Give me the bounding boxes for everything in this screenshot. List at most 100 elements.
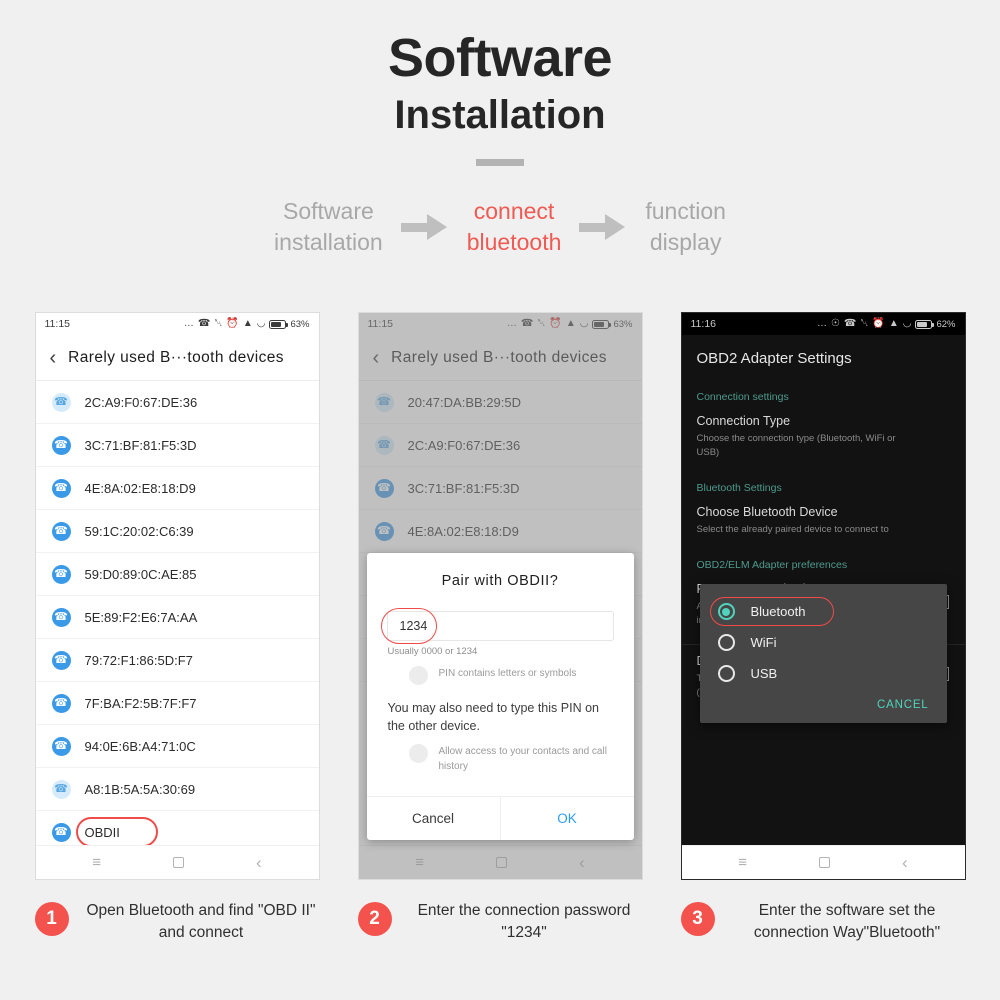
- home-icon[interactable]: [819, 857, 831, 868]
- highlight-annotation: [709, 597, 834, 626]
- list-item[interactable]: ☎ 5E:89:F2:E6:7A:AA: [35, 596, 319, 639]
- allow-contacts-checkbox-row[interactable]: Allow access to your contacts and call h…: [367, 735, 634, 774]
- settings-list[interactable]: Connection settings Connection Type Choo…: [681, 381, 965, 845]
- highlight-annotation: [380, 608, 437, 644]
- cancel-button[interactable]: CANCEL: [700, 689, 947, 719]
- caption-text: Enter the connection password "1234": [417, 902, 631, 942]
- step-1-line2: installation: [274, 228, 383, 255]
- list-item[interactable]: ☎ 3C:71:BF:81:F5:3D: [35, 424, 319, 467]
- dialog-title: Pair with OBDII?: [441, 573, 559, 589]
- menu-icon[interactable]: ≡: [738, 854, 747, 871]
- page-title-line2: Installation: [394, 92, 606, 137]
- cancel-button[interactable]: Cancel: [367, 797, 500, 840]
- caption-text: Open Bluetooth and find "OBD II" and con…: [86, 902, 316, 942]
- page-title: Rarely used B···tooth devices: [68, 348, 284, 366]
- alarm-icon: ⏰: [872, 318, 885, 329]
- list-item[interactable]: ☎ 2C:A9:F0:67:DE:36: [35, 381, 319, 424]
- section-header-adapter-prefs: OBD2/ELM Adapter preferences: [696, 558, 848, 571]
- radio-icon[interactable]: [717, 634, 735, 651]
- step-3-line1: function: [645, 197, 726, 224]
- step-indicator: Software installation connect bluetooth …: [0, 196, 1000, 258]
- device-name: 5E:89:F2:E6:7A:AA: [84, 609, 198, 625]
- radio-label: USB: [750, 666, 778, 681]
- step-2-line1: connect: [473, 197, 555, 224]
- wifi-icon: ◡: [902, 318, 912, 329]
- phone-screenshots-row: 11:15 … ☎ ␀ ⏰ ▲ ◡ 63% ‹ Rarely used B···…: [0, 312, 1000, 880]
- arrow-right-icon-1: [400, 213, 449, 240]
- list-item[interactable]: ☎ A8:1B:5A:5A:30:69: [35, 768, 319, 811]
- status-time: 11:15: [44, 318, 71, 330]
- checkbox-icon[interactable]: [408, 744, 428, 764]
- dots-icon: …: [816, 318, 827, 329]
- ok-button[interactable]: OK: [501, 797, 634, 840]
- radio-option-bluetooth[interactable]: Bluetooth: [700, 596, 947, 627]
- caption-2: 2 Enter the connection password "1234": [357, 900, 643, 945]
- status-bar: 11:16 … ☉ ☎ ␀ ⏰ ▲ ◡ 62%: [681, 313, 965, 335]
- device-name: A8:1B:5A:5A:30:69: [84, 781, 196, 797]
- pin-input-wrapper: 1234: [367, 608, 634, 644]
- list-item-obdii[interactable]: ☎ OBDII: [36, 811, 319, 845]
- wifi-icon: ◡: [256, 318, 266, 329]
- caption-1: 1 Open Bluetooth and find "OBD II" and c…: [34, 900, 320, 945]
- connection-type-dialog: Bluetooth WiFi USB CANCEL: [699, 584, 947, 723]
- arrow-right-icon-2: [579, 213, 627, 240]
- rotate-icon: ☉: [830, 318, 840, 329]
- status-time: 11:16: [690, 318, 717, 330]
- step-2-line2: bluetooth: [466, 228, 562, 255]
- title-divider: [476, 158, 524, 166]
- device-name: 59:D0:89:0C:AE:85: [84, 566, 197, 582]
- list-item[interactable]: ☎ 4E:8A:02:E8:18:D9: [35, 467, 319, 510]
- device-name: 2C:A9:F0:67:DE:36: [84, 394, 198, 410]
- bluetooth-icon: ☎: [197, 318, 211, 329]
- setting-connection-type[interactable]: Connection Type Choose the connection ty…: [682, 409, 965, 472]
- step-software-installation: Software installation: [274, 196, 383, 258]
- menu-icon[interactable]: ≡: [92, 854, 101, 871]
- list-item[interactable]: ☎ 59:1C:20:02:C6:39: [35, 510, 319, 553]
- list-item[interactable]: ☎ 94:0E:6B:A4:71:0C: [35, 725, 319, 768]
- radio-icon[interactable]: [717, 665, 735, 682]
- back-nav-icon[interactable]: ‹: [256, 853, 262, 873]
- step-1-line1: Software: [283, 197, 374, 224]
- bluetooth-icon: ☎: [51, 564, 71, 584]
- setting-title: Connection Type: [696, 414, 791, 428]
- back-nav-icon[interactable]: ‹: [902, 853, 908, 873]
- setting-subtitle: Choose the connection type (Bluetooth, W…: [696, 433, 896, 459]
- radio-option-usb[interactable]: USB: [700, 658, 947, 689]
- dots-icon: …: [183, 318, 194, 329]
- battery-icon: [269, 319, 289, 329]
- dialog-body-text: You may also need to type this PIN on th…: [387, 701, 599, 734]
- radio-label: WiFi: [750, 635, 777, 650]
- back-icon[interactable]: ‹: [50, 348, 57, 368]
- bluetooth-device-list[interactable]: ☎ 2C:A9:F0:67:DE:36 ☎ 3C:71:BF:81:F5:3D ☎ 4…: [35, 381, 319, 845]
- setting-title: Choose Bluetooth Device: [696, 504, 838, 519]
- setting-choose-bluetooth-device[interactable]: Choose Bluetooth Device Select the alrea…: [682, 500, 965, 549]
- setting-subtitle: Select the already paired device to conn…: [696, 524, 889, 536]
- bluetooth-icon: ☎: [51, 607, 71, 627]
- bluetooth-light-icon: ☎: [51, 779, 71, 799]
- bluetooth-icon: ☎: [51, 521, 71, 541]
- caption-text: Enter the software set the connection Wa…: [753, 902, 941, 942]
- list-item[interactable]: ☎ 79:72:F1:86:5D:F7: [35, 639, 319, 682]
- step-function-display: function display: [645, 196, 726, 258]
- list-item[interactable]: ☎ 59:D0:89:0C:AE:85: [35, 553, 319, 596]
- radio-option-wifi[interactable]: WiFi: [700, 627, 947, 658]
- checkbox-icon[interactable]: [408, 666, 428, 685]
- checkbox-label: PIN contains letters or symbols: [438, 668, 577, 679]
- dialog-actions: Cancel OK: [366, 796, 634, 841]
- device-name: 94:0E:6B:A4:71:0C: [84, 738, 196, 754]
- bluetooth-icon: ☎: [51, 478, 71, 498]
- hero-header: Software Installation: [0, 0, 1000, 166]
- bluetooth-icon: ☎: [51, 435, 71, 455]
- bluetooth-icon: ☎: [51, 822, 71, 842]
- bluetooth-light-icon: ☎: [51, 392, 71, 412]
- pin-letters-checkbox-row[interactable]: PIN contains letters or symbols: [367, 657, 634, 685]
- app-bar: ‹ Rarely used B···tooth devices: [35, 335, 319, 381]
- battery-percent: 63%: [290, 318, 310, 330]
- home-icon[interactable]: [173, 857, 185, 868]
- device-name: 3C:71:BF:81:F5:3D: [84, 437, 197, 453]
- list-item[interactable]: ☎ 7F:BA:F2:5B:7F:F7: [35, 682, 319, 725]
- highlight-annotation: [75, 817, 158, 845]
- navigation-bar: ≡ ‹: [35, 845, 319, 879]
- device-name: 59:1C:20:02:C6:39: [84, 523, 194, 539]
- bluetooth-icon: ☎: [51, 693, 71, 713]
